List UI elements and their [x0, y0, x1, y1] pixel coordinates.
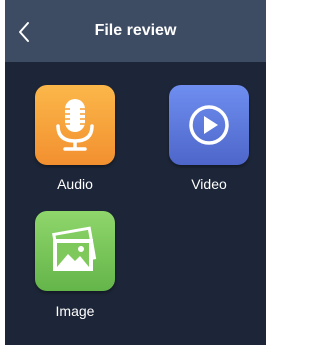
- page-title: File review: [94, 22, 177, 39]
- video-label[interactable]: Video: [159, 176, 259, 192]
- play-icon: [189, 105, 229, 145]
- image-icon: [52, 226, 97, 271]
- video-tile[interactable]: [169, 85, 249, 165]
- audio-label[interactable]: Audio: [25, 176, 125, 192]
- image-label[interactable]: Image: [25, 303, 125, 319]
- audio-tile[interactable]: [35, 85, 115, 165]
- app-screen: File review Audio Video Image: [5, 0, 266, 345]
- microphone-icon: [56, 99, 94, 151]
- header-bar: File review: [5, 0, 266, 62]
- file-type-grid: Audio Video Image: [5, 62, 266, 345]
- image-tile[interactable]: [35, 211, 115, 291]
